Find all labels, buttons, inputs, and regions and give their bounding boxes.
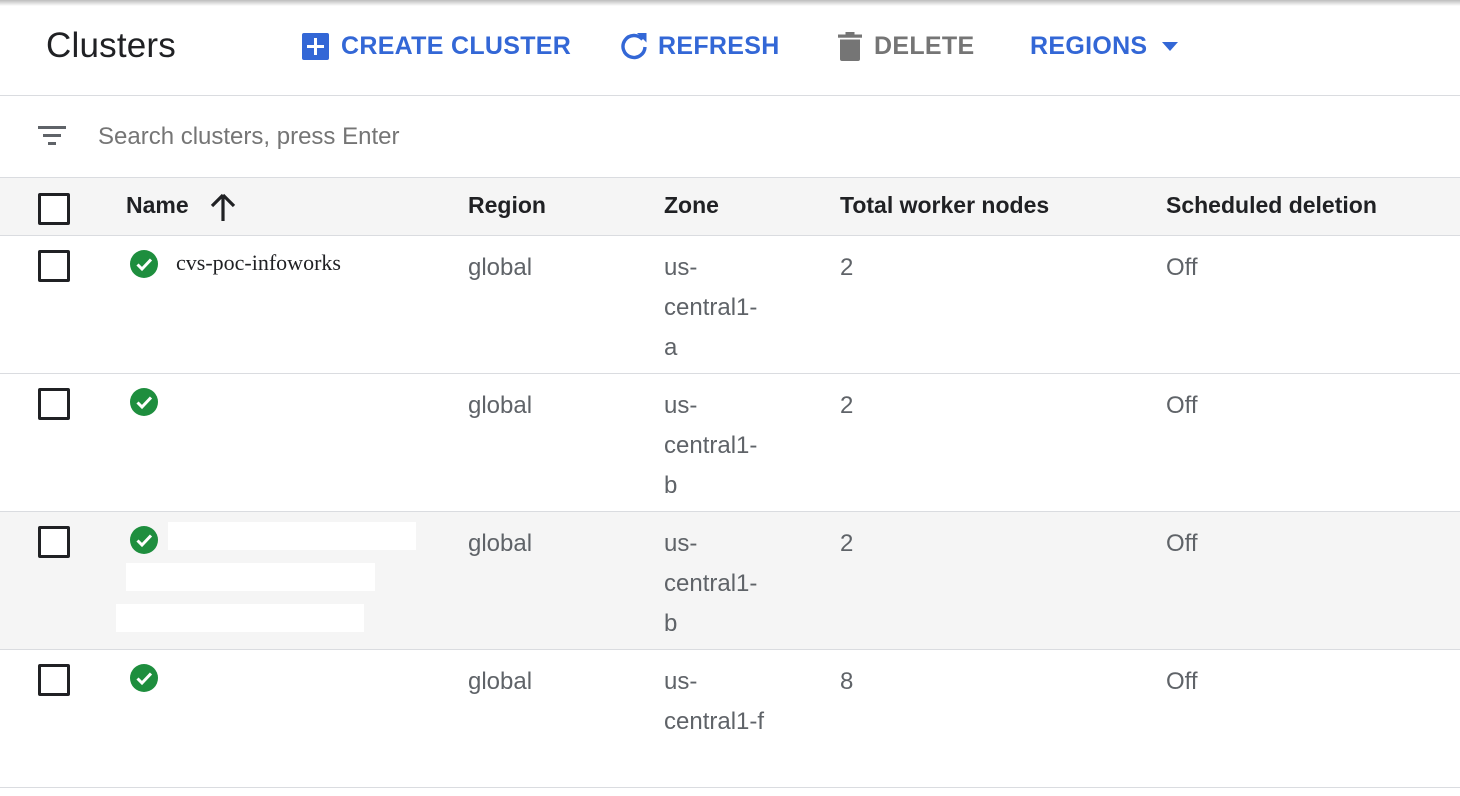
- column-header-workers[interactable]: Total worker nodes: [840, 192, 1049, 219]
- redacted-name-block: [116, 604, 364, 632]
- region-cell: global: [468, 530, 533, 557]
- zone-cell: us- central1- b: [664, 524, 757, 644]
- zone-line: b: [664, 472, 678, 499]
- column-header-zone[interactable]: Zone: [664, 192, 719, 219]
- zone-cell: us- central1- a: [664, 248, 757, 368]
- cluster-name-link[interactable]: cvs-poc-infoworks: [176, 248, 341, 278]
- row-checkbox[interactable]: [38, 250, 70, 282]
- deletion-cell: Off: [1166, 392, 1198, 419]
- row-checkbox[interactable]: [38, 388, 70, 420]
- check-circle-icon: [130, 664, 158, 697]
- zone-line: b: [664, 610, 678, 637]
- check-circle-icon: [130, 250, 158, 283]
- refresh-icon: [620, 31, 648, 61]
- region-cell: global: [468, 668, 533, 695]
- row-checkbox[interactable]: [38, 664, 70, 696]
- zone-line: central1-: [664, 432, 758, 459]
- delete-button[interactable]: DELETE: [838, 28, 974, 64]
- search-input[interactable]: [96, 116, 1000, 158]
- regions-label: REGIONS: [1030, 31, 1148, 60]
- table-row[interactable]: global us- central1- b 2 Off: [0, 512, 1460, 650]
- regions-dropdown[interactable]: REGIONS: [1030, 28, 1179, 64]
- zone-line: us-: [664, 254, 698, 281]
- row-checkbox[interactable]: [38, 526, 70, 558]
- column-header-name[interactable]: Name: [126, 192, 189, 219]
- page-header: Clusters CREATE CLUSTER REFRESH DELETE R…: [0, 0, 1460, 96]
- deletion-cell: Off: [1166, 254, 1198, 281]
- select-all-checkbox[interactable]: [38, 193, 70, 225]
- redacted-name-block: [126, 563, 375, 591]
- trash-icon: [838, 31, 862, 61]
- zone-cell: us- central1- b: [664, 386, 757, 506]
- workers-cell: 8: [840, 668, 854, 695]
- workers-cell: 2: [840, 254, 854, 281]
- column-header-region[interactable]: Region: [468, 192, 546, 219]
- zone-line: central1-: [664, 294, 758, 321]
- table-row[interactable]: global us- central1-f 8 Off: [0, 650, 1460, 788]
- zone-line: us-: [664, 530, 698, 557]
- zone-line: us-: [664, 392, 698, 419]
- table-row[interactable]: cvs-poc-infoworks global us- central1- a…: [0, 236, 1460, 374]
- add-box-icon: [302, 32, 329, 60]
- table-header: Name Region Zone Total worker nodes Sche…: [0, 178, 1460, 236]
- page-title: Clusters: [46, 26, 176, 65]
- caret-down-icon: [1162, 41, 1179, 51]
- deletion-cell: Off: [1166, 530, 1198, 557]
- table-row[interactable]: global us- central1- b 2 Off: [0, 374, 1460, 512]
- zone-line: central1-f: [664, 708, 765, 735]
- filter-bar: [0, 96, 1460, 178]
- column-label-name: Name: [126, 192, 189, 218]
- deletion-cell: Off: [1166, 668, 1198, 695]
- filter-list-icon[interactable]: [38, 126, 66, 151]
- create-cluster-label: CREATE CLUSTER: [341, 31, 572, 60]
- region-cell: global: [468, 392, 533, 419]
- redacted-name-block: [168, 522, 416, 550]
- create-cluster-button[interactable]: CREATE CLUSTER: [302, 28, 571, 64]
- region-cell: global: [468, 254, 533, 281]
- delete-label: DELETE: [874, 31, 975, 60]
- column-header-deletion[interactable]: Scheduled deletion: [1166, 192, 1377, 219]
- zone-cell: us- central1-f: [664, 662, 764, 742]
- zone-line: central1-: [664, 570, 758, 597]
- refresh-label: REFRESH: [658, 31, 780, 60]
- zone-line: a: [664, 334, 678, 361]
- workers-cell: 2: [840, 530, 854, 557]
- check-circle-icon: [130, 388, 158, 421]
- arrow-up-icon[interactable]: [210, 193, 236, 226]
- refresh-button[interactable]: REFRESH: [620, 28, 780, 64]
- check-circle-icon: [130, 526, 158, 559]
- zone-line: us-: [664, 668, 698, 695]
- workers-cell: 2: [840, 392, 854, 419]
